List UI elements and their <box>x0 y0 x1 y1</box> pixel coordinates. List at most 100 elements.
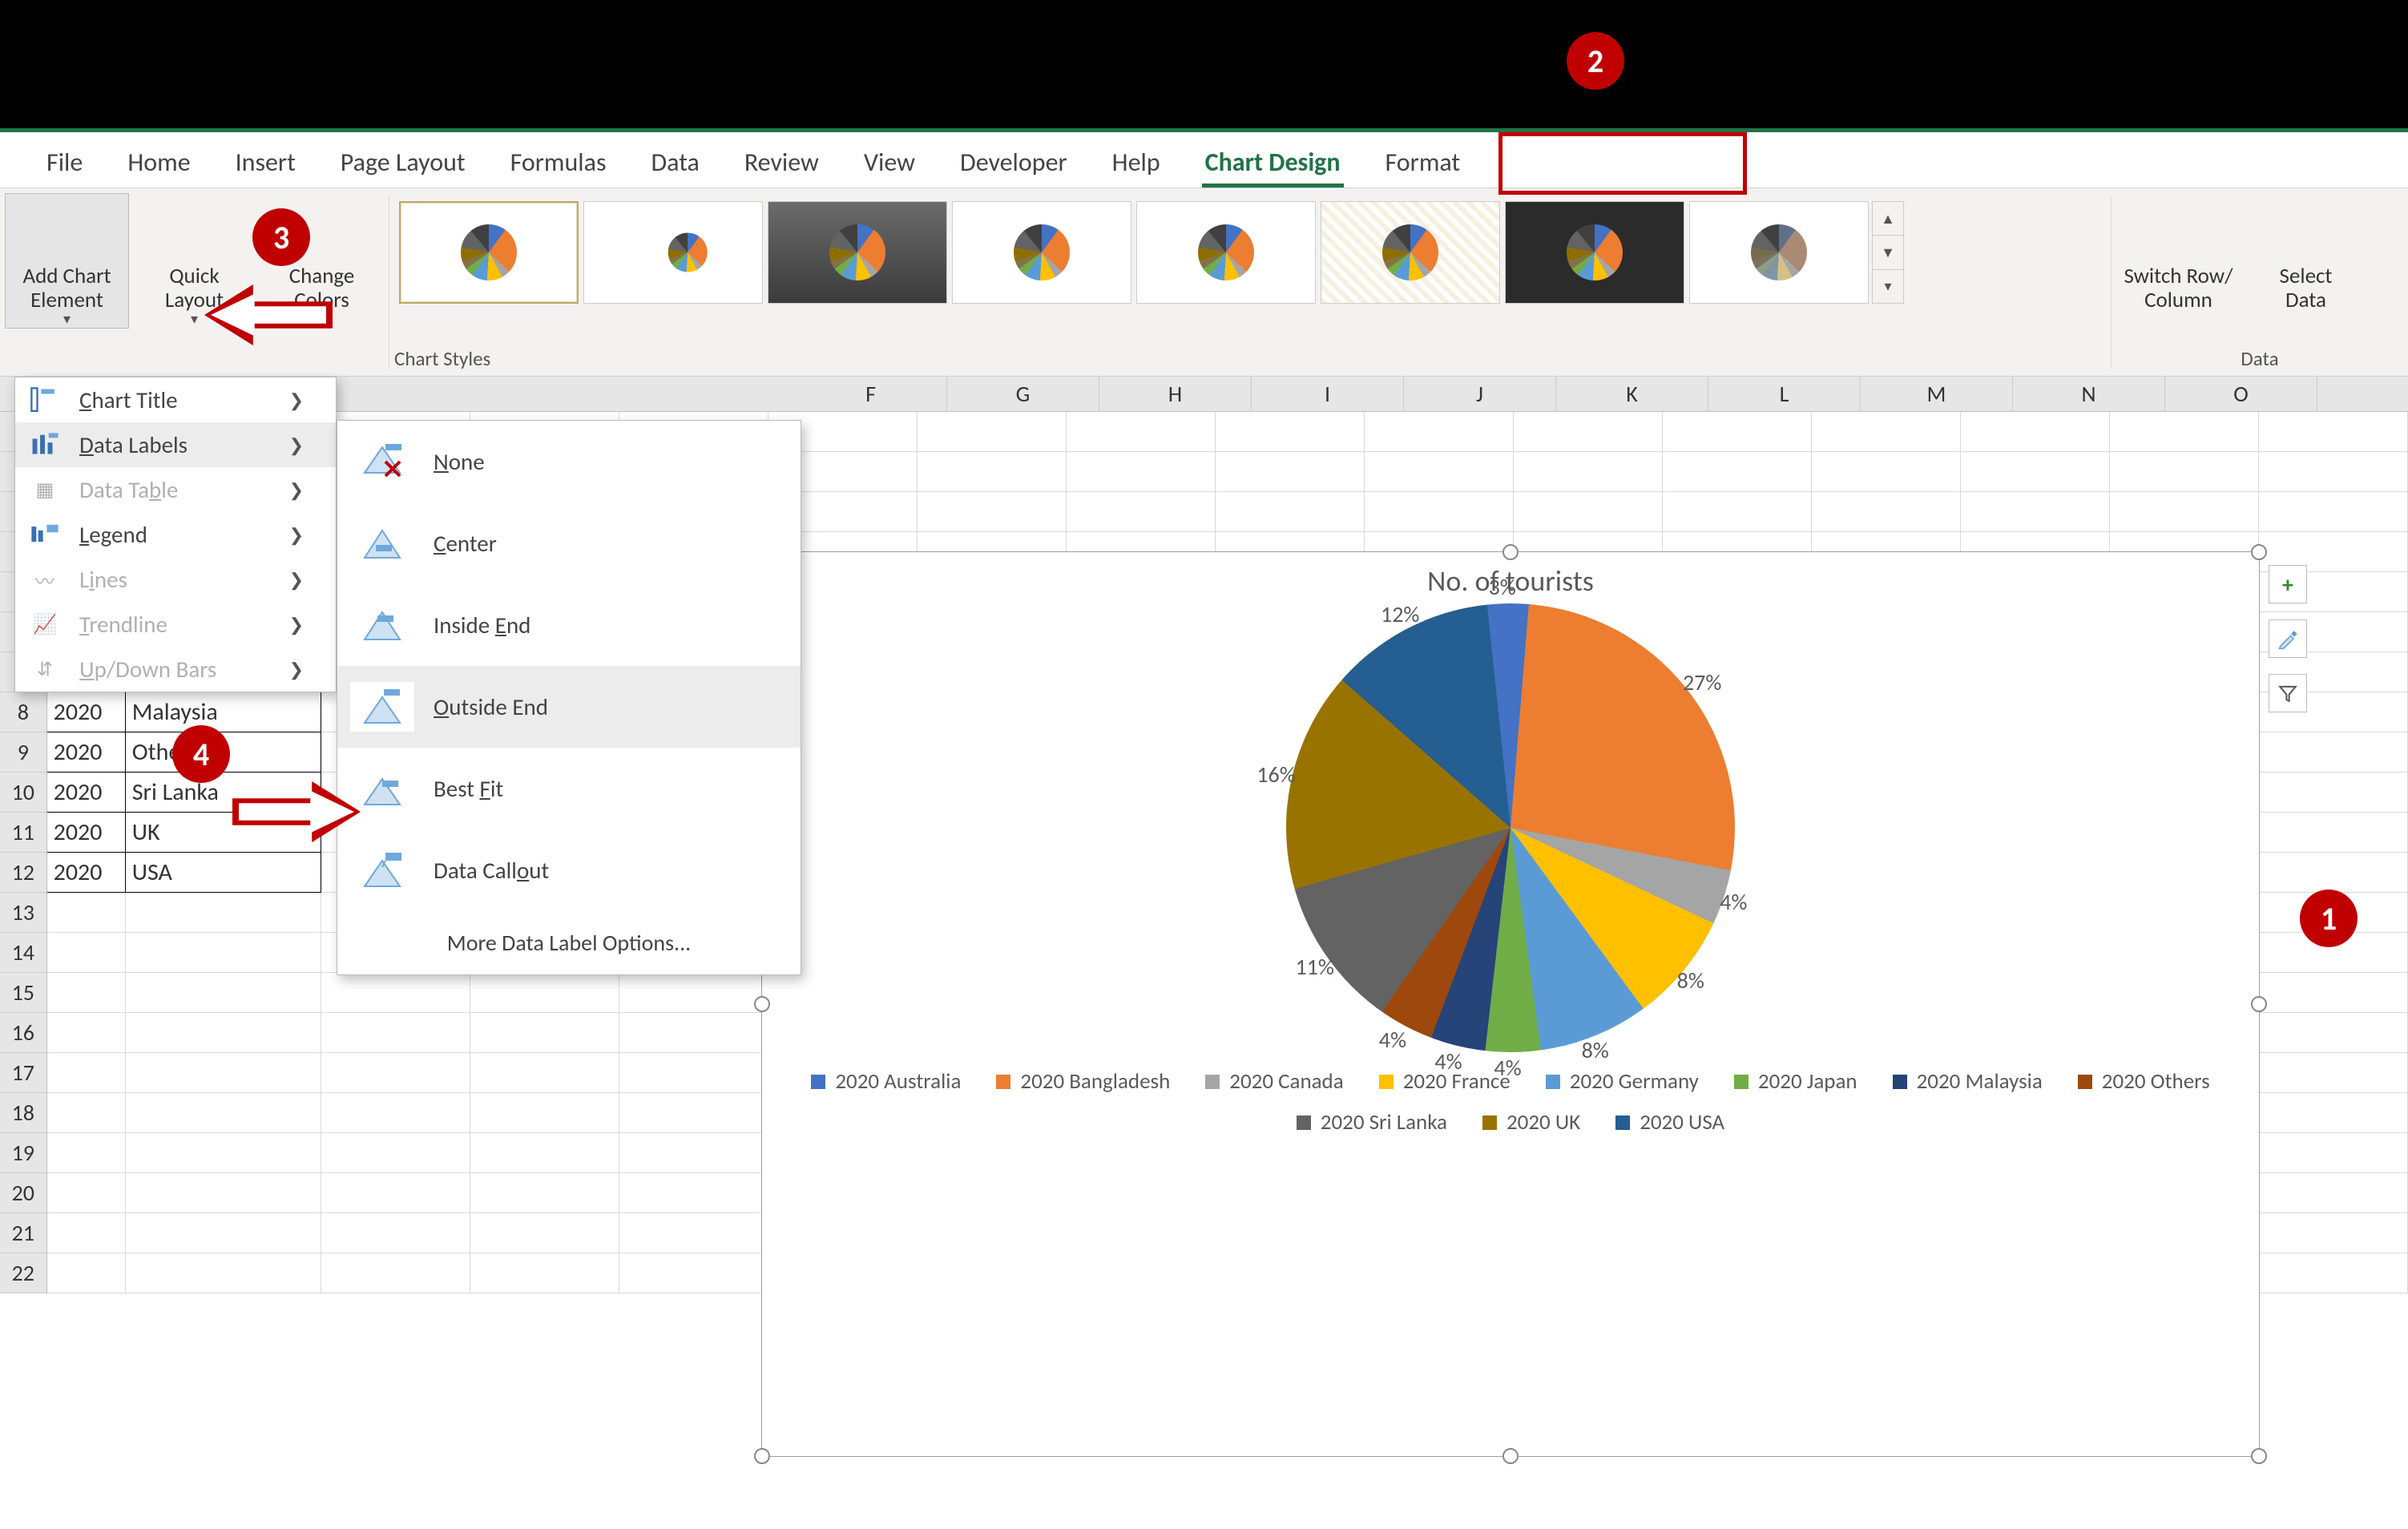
cell[interactable] <box>1961 412 2110 452</box>
cell[interactable] <box>619 1213 768 1253</box>
cell[interactable] <box>126 1213 322 1253</box>
row-number[interactable]: 12 <box>0 853 47 893</box>
chart-style-1[interactable] <box>399 201 579 304</box>
cell[interactable] <box>1812 492 1961 532</box>
selection-handle[interactable] <box>1502 544 1519 560</box>
row-number[interactable]: 22 <box>0 1253 47 1293</box>
cell[interactable] <box>47 1093 126 1133</box>
cell[interactable] <box>47 1013 126 1053</box>
cell[interactable] <box>321 1013 470 1053</box>
cell[interactable] <box>1663 492 1812 532</box>
row-number[interactable]: 18 <box>0 1093 47 1133</box>
cell[interactable] <box>2259 813 2408 853</box>
cell[interactable]: 2020 <box>47 732 126 773</box>
cell[interactable] <box>1514 412 1663 452</box>
menu-chart-title[interactable]: Chart Title ❯ <box>15 377 336 422</box>
cell[interactable] <box>1514 452 1663 492</box>
cell[interactable] <box>47 1253 126 1293</box>
chart-style-2[interactable] <box>583 201 763 304</box>
cell[interactable] <box>321 1133 470 1173</box>
tab-home[interactable]: Home <box>105 137 212 188</box>
cell[interactable] <box>126 1093 322 1133</box>
cell[interactable] <box>1216 412 1365 452</box>
cell[interactable] <box>2259 773 2408 813</box>
cell[interactable] <box>619 1013 768 1053</box>
cell[interactable] <box>1067 452 1216 492</box>
cell[interactable] <box>619 1053 768 1093</box>
tab-data[interactable]: Data <box>628 137 721 188</box>
cell[interactable] <box>47 1133 126 1173</box>
data-label[interactable]: 16% <box>1256 760 1295 789</box>
tab-help[interactable]: Help <box>1090 137 1183 188</box>
cell[interactable] <box>2259 1173 2408 1213</box>
add-chart-element-button[interactable]: Add Chart Element <box>5 193 129 329</box>
column-header[interactable]: I <box>1252 377 1404 411</box>
legend-item[interactable]: 2020 Australia <box>811 1068 961 1095</box>
cell[interactable] <box>2110 412 2259 452</box>
cell[interactable] <box>2259 452 2408 492</box>
column-header[interactable]: O <box>2165 377 2317 411</box>
legend-item[interactable]: 2020 Bangladesh <box>996 1068 1170 1095</box>
cell[interactable] <box>1812 412 1961 452</box>
selection-handle[interactable] <box>754 1448 770 1464</box>
selection-handle[interactable] <box>754 996 770 1012</box>
column-header[interactable]: M <box>1861 377 2013 411</box>
data-label[interactable]: 4% <box>1720 888 1747 916</box>
cell[interactable]: USA <box>126 853 322 893</box>
legend-item[interactable]: 2020 Others <box>2078 1068 2210 1095</box>
pie-chart[interactable]: 3%27%4%8%8%4%4%4%11%16%12% <box>1286 603 1735 1052</box>
row-number[interactable]: 13 <box>0 893 47 933</box>
chart-style-7[interactable] <box>1505 201 1684 304</box>
cell[interactable] <box>126 1173 322 1213</box>
row-number[interactable]: 15 <box>0 973 47 1013</box>
submenu-best-fit[interactable]: Best Fit <box>337 748 801 829</box>
cell[interactable] <box>321 1093 470 1133</box>
cell[interactable] <box>321 1253 470 1293</box>
tab-developer[interactable]: Developer <box>938 137 1090 188</box>
row-number[interactable]: 8 <box>0 692 47 732</box>
selection-handle[interactable] <box>1502 1448 1519 1464</box>
row-number[interactable]: 9 <box>0 732 47 773</box>
cell[interactable] <box>47 1213 126 1253</box>
cell[interactable] <box>321 1173 470 1213</box>
embedded-chart[interactable]: No. of tourists 3%27%4%8%8%4%4%4%11%16%1… <box>761 551 2260 1457</box>
row-number[interactable]: 19 <box>0 1133 47 1173</box>
cell[interactable] <box>321 973 470 1013</box>
cell[interactable] <box>126 1013 322 1053</box>
column-header[interactable]: K <box>1556 377 1708 411</box>
cell[interactable] <box>918 412 1067 452</box>
chart-style-3[interactable] <box>768 201 947 304</box>
tab-chart-design[interactable]: Chart Design <box>1183 137 1363 188</box>
cell[interactable] <box>2259 732 2408 773</box>
chart-style-6[interactable] <box>1321 201 1500 304</box>
cell[interactable] <box>1067 412 1216 452</box>
switch-row-column-button[interactable]: Switch Row/ Column <box>2116 193 2241 313</box>
row-number[interactable]: 10 <box>0 773 47 813</box>
cell[interactable] <box>1365 452 1514 492</box>
cell[interactable] <box>2259 1133 2408 1173</box>
cell[interactable] <box>47 973 126 1013</box>
data-label[interactable]: 4% <box>1494 1054 1521 1082</box>
tab-formulas[interactable]: Formulas <box>488 137 629 188</box>
chart-style-5[interactable] <box>1136 201 1316 304</box>
cell[interactable]: 2020 <box>47 813 126 853</box>
cell[interactable] <box>470 1013 619 1053</box>
chart-elements-button[interactable]: + <box>2269 565 2307 603</box>
cell[interactable]: 2020 <box>47 773 126 813</box>
column-header[interactable]: H <box>1099 377 1252 411</box>
cell[interactable] <box>1514 492 1663 532</box>
cell[interactable] <box>619 973 768 1013</box>
data-label[interactable]: 4% <box>1434 1047 1462 1075</box>
menu-data-labels[interactable]: Data Labels ❯ <box>15 422 336 467</box>
cell[interactable] <box>126 893 322 933</box>
cell[interactable] <box>2259 973 2408 1013</box>
cell[interactable] <box>47 933 126 973</box>
cell[interactable] <box>1961 452 2110 492</box>
cell[interactable] <box>470 1253 619 1293</box>
column-header[interactable]: N <box>2013 377 2165 411</box>
cell[interactable] <box>1216 452 1365 492</box>
chart-styles-button[interactable] <box>2269 619 2307 658</box>
menu-legend[interactable]: Legend ❯ <box>15 512 336 557</box>
submenu-none[interactable]: None <box>337 421 801 502</box>
submenu-outside-end[interactable]: Outside End <box>337 666 801 748</box>
